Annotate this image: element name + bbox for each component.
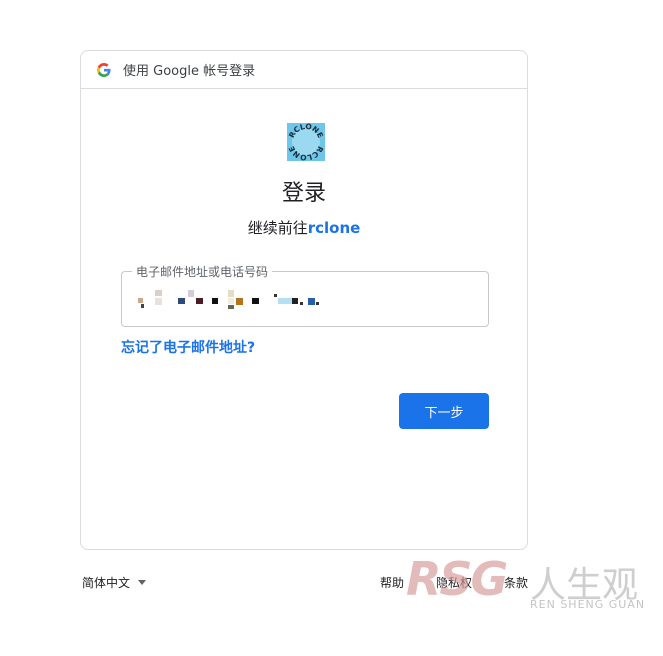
rclone-logo-icon: RCLONE RCLONE [287, 123, 325, 161]
email-field[interactable]: 电子邮件地址或电话号码 [121, 263, 489, 327]
caret-down-icon [138, 580, 147, 585]
forgot-email-link[interactable]: 忘记了电子邮件地址? [121, 337, 255, 357]
watermark-en: REN SHENG GUAN [530, 598, 646, 611]
google-g-icon [97, 62, 111, 77]
email-field-value-redacted [138, 290, 338, 310]
header-title: 使用 Google 帐号登录 [123, 64, 256, 79]
email-field-label: 电子邮件地址或电话号码 [132, 263, 273, 280]
privacy-link[interactable]: 隐私权 [436, 574, 472, 591]
language-label: 简体中文 [82, 576, 131, 590]
next-button[interactable]: 下一步 [399, 393, 489, 429]
page-subtitle: 继续前往rclone [81, 217, 527, 238]
watermark-cn: 人生观 [530, 565, 639, 606]
card-header: 使用 Google 帐号登录 [81, 51, 527, 89]
page-title: 登录 [281, 181, 326, 206]
terms-link[interactable]: 条款 [504, 574, 528, 591]
signin-card: 使用 Google 帐号登录 RCLONE RCLONE 登录 继续前往rclo… [80, 50, 528, 550]
subtitle-prefix: 继续前往 [247, 219, 308, 237]
help-link[interactable]: 帮助 [380, 574, 404, 591]
language-selector[interactable]: 简体中文 [82, 574, 147, 591]
app-name-link[interactable]: rclone [308, 219, 361, 237]
